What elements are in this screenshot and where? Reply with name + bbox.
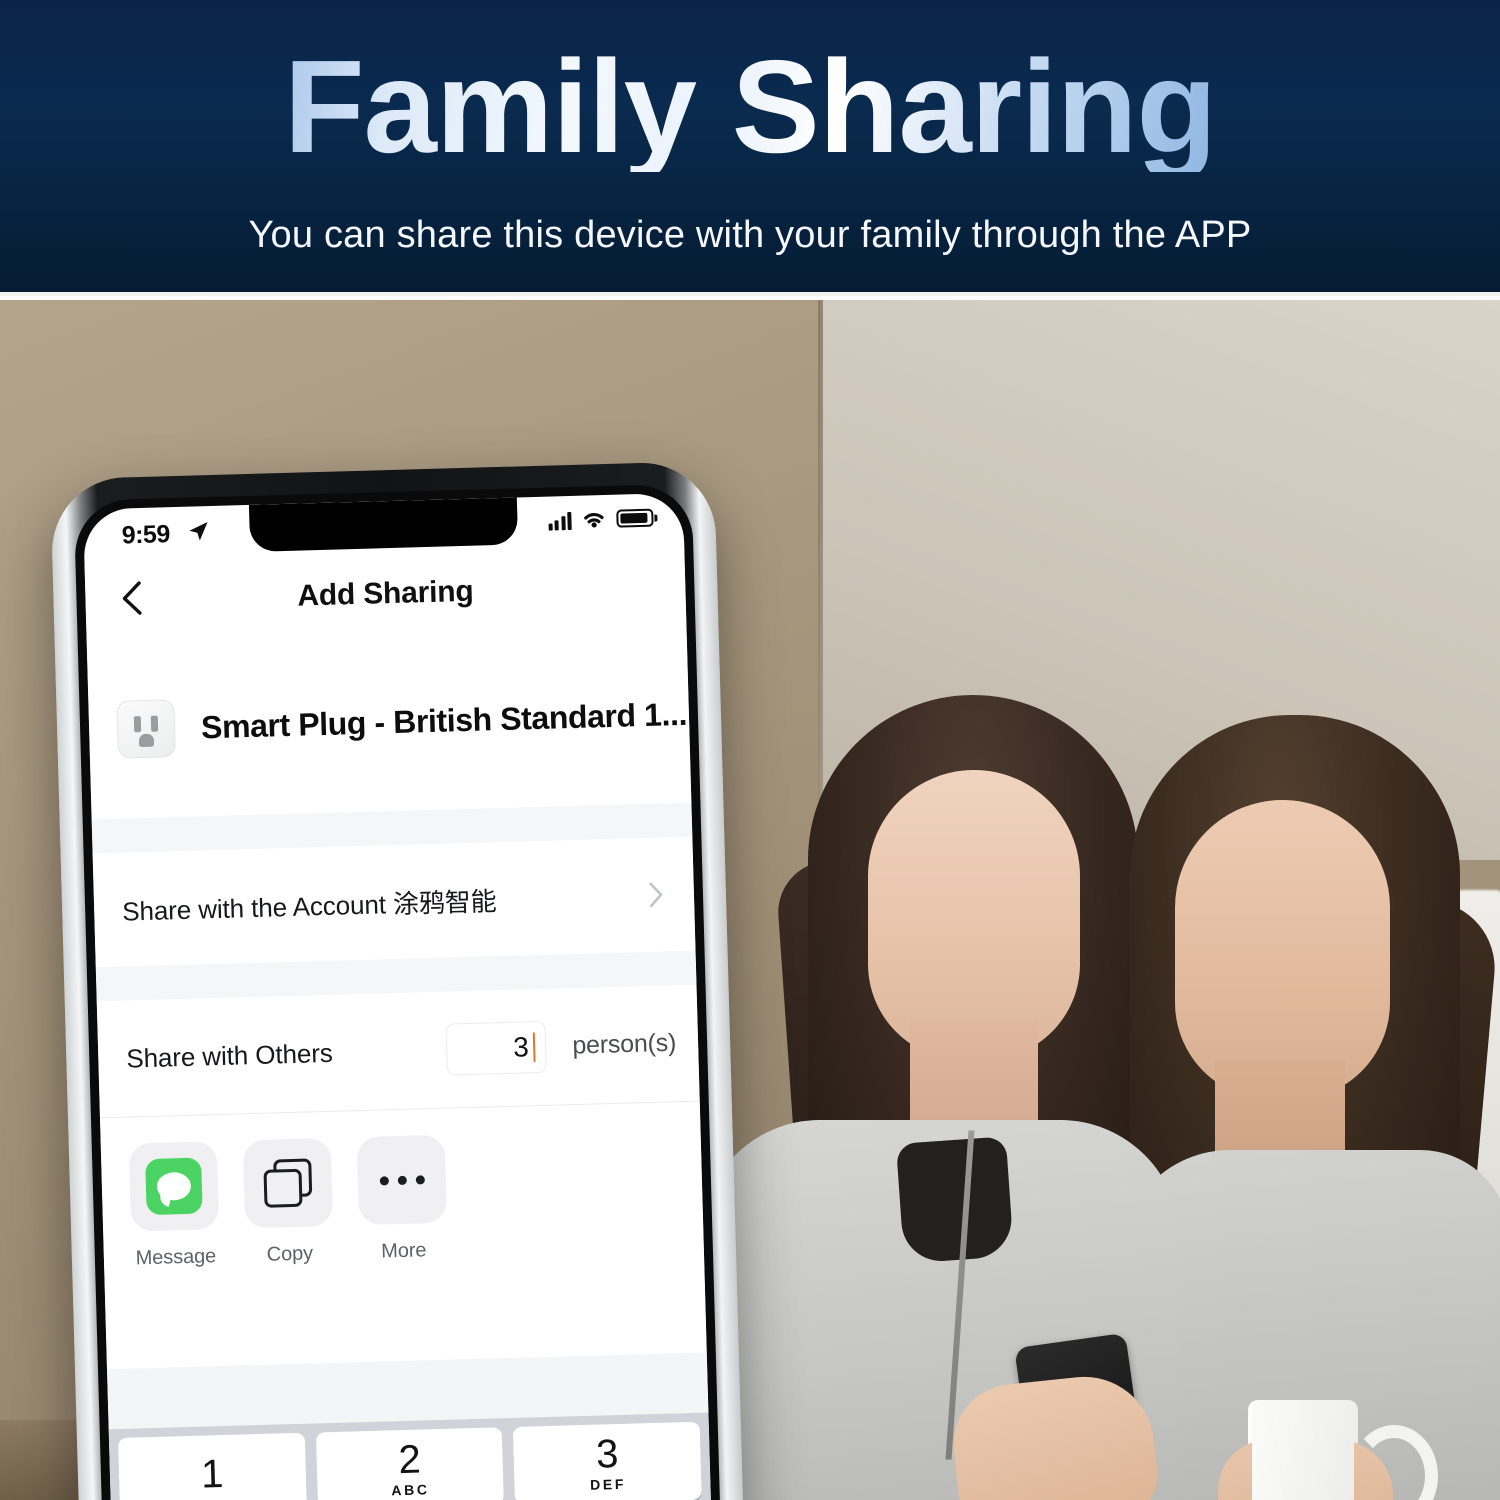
screen-title: Add Sharing: [296, 574, 474, 613]
copy-icon: [263, 1158, 313, 1208]
person-count-unit: person(s): [571, 1028, 677, 1060]
wifi-icon: [584, 513, 604, 528]
copy-tile: [242, 1137, 334, 1229]
keypad-key-letters: DEF: [589, 1475, 627, 1493]
share-action-more[interactable]: More: [356, 1134, 450, 1307]
battery-icon: [616, 508, 658, 528]
share-action-message[interactable]: Message: [128, 1141, 222, 1313]
keypad-key-2[interactable]: 2 ABC: [315, 1427, 505, 1500]
person-count-input[interactable]: 3: [445, 1020, 547, 1076]
device-header: Smart Plug - British Standard 1...: [86, 624, 692, 820]
keypad-key-number: 3: [595, 1432, 619, 1477]
wall-corner: [818, 300, 823, 860]
share-actions: Message Copy More: [99, 1101, 706, 1315]
mother-face: [1175, 800, 1390, 1100]
keypad-key-number: 2: [397, 1437, 422, 1483]
phone-bezel: 9:59 Add Sharing Smart Plug - British St…: [73, 483, 722, 1500]
text-caret: [532, 1032, 536, 1063]
row-share-with-account[interactable]: Share with the Account 涂鸦智能: [92, 836, 696, 968]
product-lifestyle-image: Family Sharing You can share this device…: [0, 0, 1500, 1500]
smart-plug-icon: [116, 699, 176, 759]
page-subtitle: You can share this device with your fami…: [248, 214, 1252, 256]
keypad-key-letters: ABC: [391, 1481, 430, 1499]
share-action-copy[interactable]: Copy: [242, 1137, 336, 1310]
status-indicators: [548, 508, 658, 531]
row-share-with-others-label: Share with Others: [125, 1037, 334, 1074]
row-share-with-account-label: Share with the Account 涂鸦智能: [121, 885, 497, 927]
share-action-message-label: Message: [135, 1245, 217, 1270]
message-tile: [128, 1141, 220, 1232]
chevron-right-icon: [649, 882, 663, 908]
mug-front: [1252, 1400, 1354, 1500]
location-arrow-icon: [189, 521, 208, 541]
device-name: Smart Plug - British Standard 1...: [200, 695, 688, 745]
keypad-key-number: 1: [200, 1452, 225, 1497]
navigation-bar: Add Sharing: [84, 542, 687, 642]
header-banner: Family Sharing You can share this device…: [0, 0, 1500, 296]
keypad-key-1[interactable]: 1: [117, 1432, 307, 1500]
cellular-signal-icon: [548, 510, 572, 531]
teen-face: [868, 770, 1080, 1060]
imessage-icon: [145, 1157, 203, 1216]
person-count-value: 3: [512, 1031, 530, 1063]
share-action-copy-label: Copy: [266, 1242, 314, 1266]
phone-screen: 9:59 Add Sharing Smart Plug - British St…: [82, 492, 713, 1500]
teen-tshirt: [895, 1136, 1015, 1264]
page-title: Family Sharing: [0, 41, 1500, 173]
more-tile: [356, 1134, 448, 1226]
status-time: 9:59: [121, 520, 171, 550]
phone-mockup: 9:59 Add Sharing Smart Plug - British St…: [50, 460, 760, 1500]
phone-frame: 9:59 Add Sharing Smart Plug - British St…: [50, 460, 745, 1500]
row-share-with-others[interactable]: Share with Others 3 person(s): [96, 984, 700, 1118]
more-dots-icon: [379, 1174, 425, 1186]
share-action-more-label: More: [380, 1239, 427, 1263]
keypad-key-3[interactable]: 3 DEF: [513, 1421, 702, 1500]
